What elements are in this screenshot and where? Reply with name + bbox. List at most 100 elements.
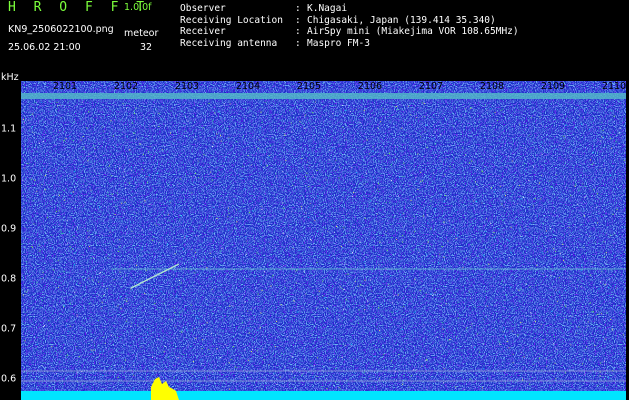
noise-speck xyxy=(27,237,29,239)
noise-speck xyxy=(185,365,187,367)
noise-speck xyxy=(31,245,33,247)
noise-speck xyxy=(84,182,86,184)
noise-speck xyxy=(99,351,101,352)
noise-speck xyxy=(554,362,556,364)
noise-speck xyxy=(479,225,481,227)
noise-speck xyxy=(245,236,247,237)
noise-speck xyxy=(417,188,419,190)
noise-speck xyxy=(91,253,93,255)
noise-speck xyxy=(67,101,69,103)
noise-speck xyxy=(529,207,531,209)
noise-speck xyxy=(276,384,278,385)
x-tick-label: 2109 xyxy=(540,81,566,92)
noise-speck xyxy=(610,234,611,236)
noise-speck xyxy=(592,311,594,313)
noise-speck xyxy=(421,365,423,367)
noise-speck xyxy=(339,286,341,288)
noise-speck xyxy=(252,210,254,212)
noise-speck xyxy=(174,271,176,273)
noise-speck xyxy=(117,314,119,316)
noise-speck xyxy=(378,306,380,308)
noise-speck xyxy=(339,166,340,168)
noise-speck xyxy=(408,386,410,388)
noise-speck xyxy=(587,314,589,316)
noise-speck xyxy=(511,160,513,162)
noise-speck xyxy=(543,339,545,341)
noise-speck xyxy=(494,328,496,330)
noise-speck xyxy=(284,134,286,136)
noise-speck xyxy=(583,246,585,248)
noise-speck xyxy=(353,162,355,163)
noise-speck xyxy=(368,153,370,155)
noise-speck xyxy=(402,176,404,177)
noise-speck xyxy=(224,344,226,345)
noise-speck xyxy=(380,121,381,123)
noise-speck xyxy=(153,208,155,210)
noise-speck xyxy=(526,232,528,234)
noise-speck xyxy=(589,359,591,361)
noise-speck xyxy=(55,373,57,375)
noise-speck xyxy=(563,135,565,137)
noise-speck xyxy=(378,308,380,310)
noise-speck xyxy=(181,282,182,284)
noise-speck xyxy=(358,183,360,185)
noise-speck xyxy=(171,319,173,321)
noise-speck xyxy=(248,359,250,361)
noise-speck xyxy=(303,368,305,370)
noise-speck xyxy=(518,289,520,291)
noise-speck xyxy=(623,160,625,161)
noise-speck xyxy=(376,326,378,328)
noise-speck xyxy=(169,384,171,386)
noise-speck xyxy=(514,176,516,178)
noise-speck xyxy=(384,303,385,305)
noise-speck xyxy=(311,334,313,336)
noise-speck xyxy=(57,317,59,319)
noise-speck xyxy=(552,343,554,345)
noise-speck xyxy=(252,114,254,116)
noise-speck xyxy=(99,363,100,365)
noise-speck xyxy=(551,362,552,364)
noise-speck xyxy=(309,246,311,248)
noise-speck xyxy=(390,224,392,226)
noise-speck xyxy=(329,149,331,151)
noise-speck xyxy=(328,312,330,314)
noise-speck xyxy=(174,353,176,355)
noise-speck xyxy=(552,247,554,249)
noise-speck xyxy=(322,386,324,388)
noise-speck xyxy=(439,253,441,255)
noise-speck xyxy=(455,238,457,240)
noise-speck xyxy=(510,226,512,228)
noise-speck xyxy=(391,164,392,166)
noise-speck xyxy=(44,325,45,326)
noise-speck xyxy=(455,386,457,388)
noise-speck xyxy=(212,120,214,122)
noise-speck xyxy=(332,148,334,149)
noise-speck xyxy=(341,343,343,345)
noise-speck xyxy=(373,176,375,178)
noise-speck xyxy=(505,192,507,194)
noise-speck xyxy=(289,378,291,380)
noise-speck xyxy=(434,143,436,145)
noise-speck xyxy=(181,310,183,312)
noise-speck xyxy=(90,317,92,319)
noise-speck xyxy=(78,356,80,358)
noise-speck xyxy=(350,345,352,347)
info-sep: : xyxy=(295,37,301,49)
noise-speck xyxy=(130,288,132,290)
noise-speck xyxy=(316,262,318,264)
noise-speck xyxy=(393,216,394,218)
noise-speck xyxy=(44,175,46,176)
noise-speck xyxy=(220,357,222,359)
noise-speck xyxy=(335,170,337,172)
noise-speck xyxy=(605,252,607,254)
noise-speck xyxy=(296,340,298,342)
noise-speck xyxy=(244,188,246,190)
noise-speck xyxy=(293,315,295,317)
noise-speck xyxy=(525,283,527,285)
noise-speck xyxy=(613,115,615,117)
noise-speck xyxy=(502,108,504,110)
noise-speck xyxy=(522,379,524,381)
noise-speck xyxy=(190,218,192,220)
noise-speck xyxy=(223,103,225,105)
noise-speck xyxy=(430,205,432,207)
